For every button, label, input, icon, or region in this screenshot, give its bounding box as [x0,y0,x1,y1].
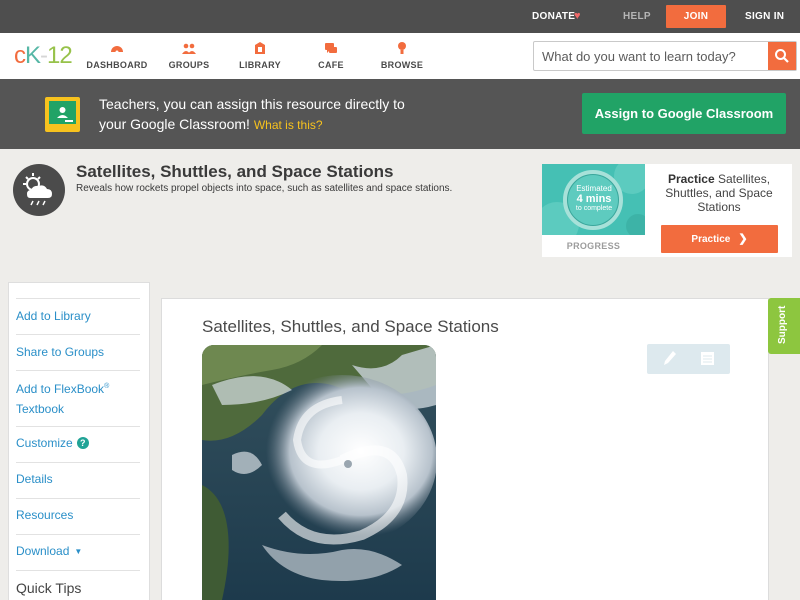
sidebar-item-add-to-library[interactable]: Add to Library [16,309,91,323]
download-label: Download [16,544,70,558]
sidebar-item-resources[interactable]: Resources [16,508,73,522]
nav-label: BROWSE [380,60,424,70]
pencil-icon[interactable] [663,350,677,366]
estimated-mins: 4 mins [576,193,612,205]
google-classroom-icon [45,97,80,132]
sign-in-link[interactable]: SIGN IN [745,0,784,33]
concept-title: Satellites, Shuttles, and Space Stations [76,162,394,181]
content-tools [647,344,730,374]
to-complete-label: to complete [575,205,613,212]
search-input[interactable] [534,42,768,70]
support-tab[interactable]: Support [768,298,800,354]
groups-icon [182,43,196,54]
search-icon [775,49,789,63]
join-button[interactable]: JOIN [666,5,726,28]
sidebar-item-download[interactable]: Download ▼ [16,544,82,558]
customize-label: Customize [16,436,73,450]
sidebar-item-customize[interactable]: Customize? [16,436,89,450]
flexbook-label-line-2: Textbook [16,402,65,416]
nav-label: CAFE [318,60,344,70]
help-link[interactable]: HELP [623,0,651,33]
nav-groups[interactable]: GROUPS [154,41,224,70]
browse-icon [398,42,406,54]
chevron-right-icon: ❯ [738,233,748,245]
estimated-time: Estimated 4 mins to complete [566,184,622,214]
sidebar-divider [16,334,140,335]
assign-to-google-classroom-button[interactable]: Assign to Google Classroom [582,93,786,134]
sidebar-divider [16,370,140,371]
quick-tips-heading: Quick Tips [16,580,82,596]
library-icon [255,42,265,54]
heart-icon: ♥ [574,10,581,22]
registered-mark: ® [104,383,110,390]
progress-label: PROGRESS [566,241,621,251]
help-icon[interactable]: ? [76,437,89,449]
nav-label: GROUPS [168,60,210,70]
sidebar-divider [16,462,140,463]
sidebar-item-details[interactable]: Details [16,472,53,486]
content-title: Satellites, Shuttles, and Space Stations [202,317,499,336]
practice-button-label: Practice [691,234,731,245]
banner-line-2: your Google Classroom! [99,116,250,132]
practice-word: Practice [667,172,715,186]
nav-library[interactable]: LIBRARY [225,41,295,70]
caret-down-icon: ▼ [74,547,83,556]
banner-line-1: Teachers, you can assign this resource d… [99,96,405,112]
sidebar-divider [16,570,140,571]
sidebar-divider [16,534,140,535]
hurricane-satellite-image [202,345,436,600]
classroom-banner-text: Teachers, you can assign this resource d… [99,94,459,135]
search-box [533,41,797,71]
notes-icon[interactable] [700,351,715,366]
donate-link[interactable]: DONATE [532,0,575,33]
sidebar-item-add-to-flexbook[interactable]: Add to FlexBook® Textbook [16,377,109,419]
support-label: Support [777,305,788,344]
weather-icon [13,164,65,216]
sidebar-divider [16,298,140,299]
logo-12: 12 [47,42,73,69]
nav-cafe[interactable]: CAFE [296,41,366,70]
practice-button[interactable]: Practice ❯ [661,225,778,253]
nav-label: DASHBOARD [86,60,148,70]
logo-k: K [25,42,41,69]
flexbook-label: Add to FlexBook [16,382,105,396]
practice-description: Practice Satellites, Shuttles, and Space… [655,172,783,214]
logo-dash: - [40,42,48,69]
what-is-this-link[interactable]: What is this? [254,118,323,132]
nav-dashboard[interactable]: DASHBOARD [82,41,152,70]
dashboard-icon [111,46,123,54]
sidebar-divider [16,426,140,427]
sidebar-divider [16,498,140,499]
nav-browse[interactable]: BROWSE [367,41,437,70]
ck12-logo[interactable]: cK-12 [14,42,73,70]
sidebar-item-share-to-groups[interactable]: Share to Groups [16,345,104,359]
nav-label: LIBRARY [239,60,281,70]
cafe-icon [325,43,337,53]
concept-description: Reveals how rockets propel objects into … [76,183,453,194]
logo-c: c [14,42,26,69]
top-utility-bar: DONATE ♥ HELP JOIN SIGN IN [0,0,800,33]
search-button[interactable] [768,42,796,70]
